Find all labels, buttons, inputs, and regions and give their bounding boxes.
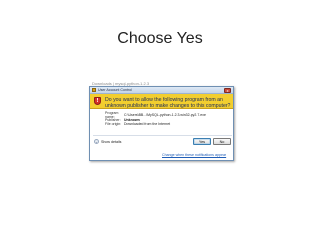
dialog-title: User Account Control (98, 88, 132, 92)
show-details-toggle[interactable]: ⌄ Show details (94, 139, 121, 144)
detail-value: Downloaded from the Internet (124, 122, 171, 127)
detail-label: File origin: (105, 122, 122, 127)
warning-shield-icon: ! (94, 97, 101, 105)
warning-message: Do you want to allow the following progr… (105, 96, 231, 109)
chevron-down-icon: ⌄ (94, 139, 99, 144)
slide-title: Choose Yes (117, 30, 203, 47)
uac-shield-small-icon (92, 88, 96, 92)
divider (93, 135, 232, 136)
yes-button[interactable]: Yes (193, 138, 211, 145)
dialog-titlebar: User Account Control x (90, 87, 233, 94)
detail-row-file-origin: File origin: Downloaded from the Interne… (105, 122, 233, 127)
detail-value: Unknown (124, 117, 140, 122)
warning-band: ! Do you want to allow the following pro… (90, 94, 233, 109)
show-details-label: Show details (101, 139, 122, 144)
change-notifications-link[interactable]: Change when these notifications appear (162, 153, 226, 157)
uac-dialog: User Account Control x ! Do you want to … (89, 86, 234, 161)
detail-label: Publisher: (105, 117, 121, 122)
detail-value: C:\Users\BB...\MySQL-python-1.2.3.win32-… (124, 113, 206, 118)
close-button[interactable]: x (224, 88, 231, 93)
program-details: Program name: C:\Users\BB...\MySQL-pytho… (105, 111, 233, 127)
no-button[interactable]: No (213, 138, 231, 145)
